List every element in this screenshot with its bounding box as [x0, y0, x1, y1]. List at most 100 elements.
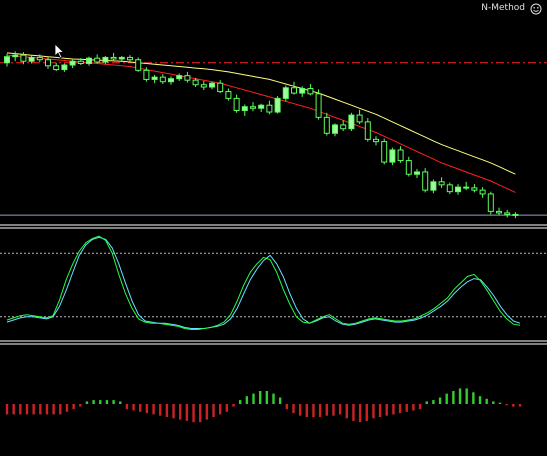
candle-body	[389, 149, 396, 163]
histogram-bar	[185, 404, 189, 421]
histogram-bar	[452, 391, 455, 404]
candle-body	[135, 59, 142, 71]
histogram-bar	[12, 404, 15, 415]
histogram-bar	[278, 397, 282, 404]
stochastic-main-line	[6, 236, 521, 329]
candle-body	[438, 181, 445, 186]
stochastic-signal-line	[6, 235, 521, 330]
candle-body	[209, 82, 215, 88]
candle-body	[422, 171, 429, 191]
candle-body	[159, 76, 166, 83]
histogram-bar	[272, 393, 275, 404]
histogram-bar	[119, 401, 122, 404]
histogram-bar	[505, 404, 508, 406]
candle-body	[45, 59, 51, 67]
chart-canvas	[0, 51, 547, 423]
histogram-bar	[199, 404, 202, 423]
indicator-name: N-Method	[481, 3, 525, 13]
histogram-bar	[252, 393, 255, 404]
histogram-bar	[225, 404, 229, 412]
candle-body	[405, 160, 412, 175]
candle-body	[356, 114, 363, 123]
histogram-bar	[338, 404, 342, 415]
histogram-bar	[85, 401, 89, 404]
histogram-bar	[5, 404, 9, 415]
histogram-bar	[418, 404, 422, 410]
indicator-label: N-Method	[481, 3, 525, 13]
candle-body	[118, 56, 125, 60]
candle-body	[28, 56, 35, 62]
histogram-bar	[398, 404, 402, 414]
histogram-bar	[179, 404, 182, 420]
mouse-cursor-icon	[54, 43, 65, 59]
histogram-bar	[372, 404, 375, 419]
histogram-bar	[458, 388, 462, 404]
histogram-bar	[72, 404, 75, 410]
candle-body	[381, 141, 388, 163]
histogram-bar	[52, 404, 55, 415]
candle-body	[77, 60, 84, 65]
candle-body	[299, 88, 306, 94]
histogram-bar	[332, 404, 335, 416]
candle-body	[151, 76, 158, 80]
candle-body	[233, 97, 240, 112]
histogram-bar	[298, 404, 302, 416]
candle-body	[446, 184, 453, 193]
histogram-bar	[218, 404, 222, 415]
histogram-bar	[152, 404, 155, 415]
candle-body	[110, 56, 117, 60]
histogram-bar	[492, 401, 495, 404]
candle-body	[512, 213, 519, 216]
candle-body	[397, 149, 404, 162]
candle-body	[94, 57, 101, 63]
candle-body	[258, 104, 265, 109]
candle-body	[291, 87, 297, 94]
histogram-bar	[92, 400, 95, 404]
histogram-bar	[378, 404, 382, 417]
histogram-bar	[345, 404, 348, 419]
smiley-icon	[530, 3, 542, 15]
candle-body	[12, 54, 19, 58]
candle-body	[282, 87, 289, 99]
histogram-bar	[105, 400, 109, 404]
candle-body	[20, 54, 27, 62]
candle-body	[241, 106, 248, 112]
candle-body	[323, 116, 330, 134]
moving-average-yellow	[6, 52, 516, 175]
histogram-bar	[32, 404, 35, 415]
candle-body	[414, 171, 420, 175]
histogram-bar	[258, 391, 262, 404]
candle-body	[274, 97, 281, 113]
histogram-bar	[232, 404, 235, 407]
candle-body	[4, 56, 10, 64]
histogram-bar	[358, 404, 362, 423]
candle-body	[225, 91, 232, 99]
candle-body	[496, 210, 502, 214]
histogram-bar	[432, 400, 435, 404]
candle-body	[36, 56, 43, 61]
histogram-bar	[159, 404, 162, 416]
candle-body	[479, 189, 486, 195]
histogram-bar	[165, 404, 169, 417]
histogram-bar	[425, 401, 428, 404]
histogram-bar	[245, 396, 249, 404]
histogram-bar	[39, 404, 42, 415]
candle-body	[250, 106, 256, 109]
candle-body	[200, 84, 207, 88]
histogram-bar	[365, 404, 368, 421]
histogram-bar	[125, 404, 129, 410]
candle-body	[127, 56, 133, 61]
histogram-bar	[79, 404, 82, 407]
candle-body	[102, 56, 109, 63]
histogram-bar	[65, 404, 69, 412]
histogram-bar	[325, 404, 328, 416]
candle-body	[307, 88, 314, 95]
histogram-bar	[285, 404, 289, 410]
candle-body	[86, 57, 92, 65]
histogram-bar	[25, 404, 29, 415]
histogram-bar	[139, 404, 142, 412]
histogram-bar	[352, 404, 355, 421]
candle-body	[455, 186, 461, 193]
histogram-bar	[59, 404, 62, 415]
candle-body	[315, 93, 322, 118]
